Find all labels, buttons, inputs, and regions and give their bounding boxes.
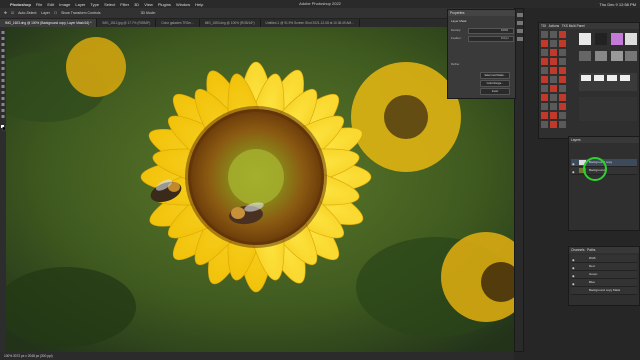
show-transform-label: Show Transform Controls [61, 11, 101, 15]
channel-row[interactable]: ◉ Green [571, 271, 637, 279]
tab-tks[interactable]: TKS Multi-Panel [562, 24, 585, 28]
menu-image[interactable]: Image [59, 2, 70, 7]
channel-name: Red [589, 264, 595, 268]
lasso-tool-icon [1, 43, 5, 46]
menubar-clock: Thu Dec 9 12:58 PM [599, 1, 636, 7]
menu-view[interactable]: View [144, 2, 153, 7]
stamp-tool-icon [1, 79, 5, 82]
quick-select-tool-icon [1, 49, 5, 52]
layers-panel-title[interactable]: Layers [569, 137, 639, 143]
menu-3d[interactable]: 3D [134, 2, 139, 7]
healing-tool-icon [1, 67, 5, 70]
menu-help[interactable]: Help [195, 2, 203, 7]
menu-select[interactable]: Select [104, 2, 115, 7]
zoom-tool-icon [1, 115, 5, 118]
auto-select-checkbox[interactable]: ☑ [11, 11, 14, 15]
status-bar: 100% 3072 px x 2048 px (300 ppi) [0, 352, 520, 360]
channels-panel: Channels Paths ◉ RGB ◉ Red ◉ Green ◉ Blue Ba… [568, 246, 640, 306]
menu-window[interactable]: Window [176, 2, 190, 7]
show-transform-checkbox[interactable]: ☐ [54, 11, 57, 15]
menu-layer[interactable]: Layer [75, 2, 85, 7]
eraser-tool-icon [1, 85, 5, 88]
eyedropper-tool-icon [1, 61, 5, 64]
eye-icon[interactable]: ◉ [572, 169, 575, 176]
auto-select-dropdown[interactable]: Layer [41, 11, 50, 15]
density-value: 100% [501, 28, 509, 32]
properties-section-label: Layer Mask [451, 19, 467, 23]
feather-label: Feather: [451, 36, 462, 40]
menu-type[interactable]: Type [90, 2, 99, 7]
tab-tdi[interactable]: TDI [541, 24, 546, 28]
properties-title[interactable]: Properties [448, 10, 515, 16]
channel-row[interactable]: ◉ RGB [571, 255, 637, 263]
menu-plugins[interactable]: Plugins [158, 2, 171, 7]
type-tool-icon [1, 103, 5, 106]
select-and-mask-button[interactable]: Select and Mask... [480, 72, 510, 79]
refine-label: Refine: [451, 62, 460, 66]
channels-panel-tabs: Channels Paths [569, 247, 639, 253]
feather-value: 0.0 px [501, 36, 509, 40]
gradient-tool-icon [1, 91, 5, 94]
history-icon [517, 13, 523, 17]
channel-row[interactable]: ◉ Red [571, 263, 637, 271]
3d-mode-label: 3D Mode: [140, 11, 156, 15]
pen-tool-icon [1, 97, 5, 100]
layers-panel: Layers ◉ Background copy ◉ Background [568, 136, 640, 231]
invert-button[interactable]: Invert [480, 88, 510, 95]
crop-tool-icon [1, 55, 5, 58]
move-tool-icon [1, 31, 5, 34]
menu-file[interactable]: File [36, 2, 42, 7]
marquee-tool-icon [1, 37, 5, 40]
sunflower-photo [6, 27, 514, 352]
channel-name: Green [589, 272, 598, 276]
tab-doc-3[interactable]: Color galaxies TR2m... [156, 19, 200, 27]
tab-paths[interactable]: Paths [587, 248, 595, 252]
move-tool-icon[interactable]: ✥ [4, 11, 7, 15]
channel-name: Background copy Mask [589, 288, 621, 292]
properties-panel: Properties Layer Mask Density: 100% Feat… [447, 9, 516, 99]
tks-multi-panel: TDI Actions TKS Multi-Panel [538, 22, 640, 139]
cursor-highlight-ring [583, 157, 607, 181]
tab-actions[interactable]: Actions [549, 24, 559, 28]
density-label: Density: [451, 28, 462, 32]
tab-doc-4[interactable]: IMG_1553.dng @ 100% (RGB/16*) [200, 19, 261, 27]
channel-row[interactable]: Background copy Mask [571, 287, 637, 295]
brush-tool-icon [1, 73, 5, 76]
tab-doc-1[interactable]: IMG_1603.dng @ 100% (Background copy, La… [0, 19, 98, 27]
app-title: Adobe Photoshop 2022 [299, 1, 341, 6]
document-tabs: IMG_1603.dng @ 100% (Background copy, La… [0, 19, 520, 27]
menu-edit[interactable]: Edit [47, 2, 54, 7]
menu-app-name[interactable]: Photoshop [10, 2, 31, 7]
auto-select-label: Auto-Select: [18, 11, 38, 15]
right-panel-dock: TDI Actions TKS Multi-Panel Layers ◉ Bac… [514, 8, 640, 360]
properties-icon [517, 37, 523, 41]
adjustments-icon [517, 21, 523, 25]
channel-name: RGB [589, 256, 596, 260]
tab-doc-2[interactable]: IMG_1512.jpg @ 17.7% (RGB/8*) [97, 19, 157, 27]
tks-tile-grid[interactable] [539, 29, 639, 139]
tab-doc-5[interactable]: Untitled-1 @ 91.9% Screen Shot 2021-12-0… [261, 19, 360, 27]
menu-filter[interactable]: Filter [120, 2, 129, 7]
document-canvas[interactable] [6, 27, 514, 352]
libraries-icon [517, 29, 523, 33]
hand-tool-icon [1, 109, 5, 112]
color-range-button[interactable]: Color Range... [480, 80, 510, 87]
tab-channels[interactable]: Channels [571, 248, 584, 252]
channel-name: Blue [589, 280, 596, 284]
channel-row[interactable]: ◉ Blue [571, 279, 637, 287]
